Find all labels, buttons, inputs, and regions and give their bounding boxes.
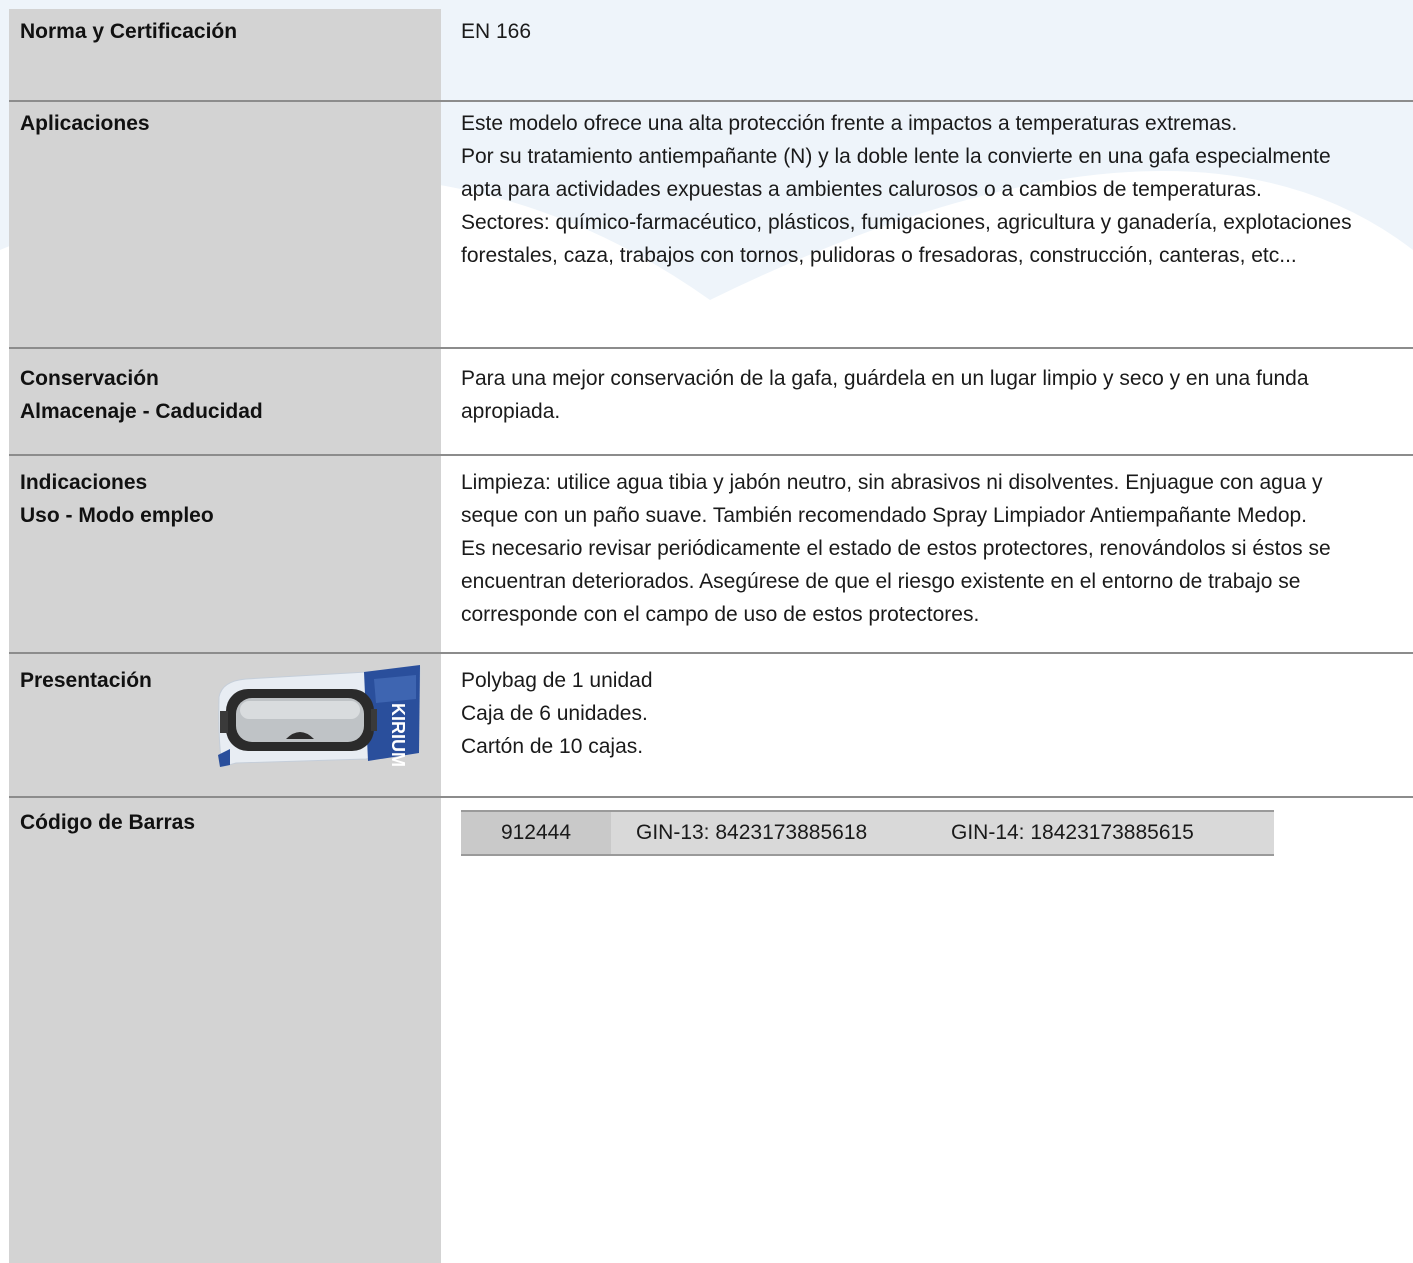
text-line: seque con un paño suave. También recomen… — [461, 504, 1308, 527]
indicaciones-text: Limpieza: utilice agua tibia y jabón neu… — [461, 466, 1413, 631]
norma-value: EN 166 — [461, 20, 532, 43]
row-conservacion: Conservación Almacenaje - Caducidad Para… — [9, 348, 1413, 454]
text-line: Cartón de 10 cajas. — [461, 735, 644, 758]
text-line: Caja de 6 unidades. — [461, 702, 648, 725]
barcode-table: 912444 GIN-13: 8423173885618 GIN-14: 184… — [461, 810, 1274, 856]
text-line: encuentran deteriorados. Asegúrese de qu… — [461, 570, 1301, 593]
text-line: Es necesario revisar periódicamente el e… — [461, 537, 1331, 560]
row-divider — [9, 796, 1413, 798]
conservacion-text: Para una mejor conservación de la gafa, … — [461, 362, 1413, 428]
text-line: Polybag de 1 unidad — [461, 669, 653, 692]
text-line: Limpieza: utilice agua tibia y jabón neu… — [461, 471, 1323, 494]
row-divider — [9, 347, 1413, 349]
row-divider — [9, 652, 1413, 654]
text-line: Este modelo ofrece una alta protección f… — [461, 112, 1238, 135]
row-codigo-barras: Código de Barras 912444 GIN-13: 84231738… — [9, 797, 1413, 1263]
row-indicaciones: Indicaciones Uso - Modo empleo Limpieza:… — [9, 455, 1413, 651]
text-line: corresponde con el campo de uso de estos… — [461, 603, 980, 626]
row-divider — [9, 454, 1413, 456]
almacenaje-label-line: Almacenaje - Caducidad — [20, 400, 263, 423]
norma-label: Norma y Certificación — [20, 20, 238, 43]
text-line: apropiada. — [461, 400, 561, 423]
text-line: Sectores: químico-farmacéutico, plástico… — [461, 211, 1352, 234]
text-line: forestales, caza, trabajos con tornos, p… — [461, 244, 1297, 267]
brand-logo-text: KIRIUM — [388, 703, 408, 767]
text-line: apta para actividades expuestas a ambien… — [461, 178, 1262, 201]
conservacion-label: Conservación Almacenaje - Caducidad — [20, 362, 420, 428]
codigo-barras-label: Código de Barras — [20, 811, 196, 834]
gin14-cell: GIN-14: 18423173885615 — [951, 821, 1194, 844]
text-line: Para una mejor conservación de la gafa, … — [461, 367, 1309, 390]
row-divider — [9, 100, 1413, 102]
row-norma: Norma y Certificación EN 166 — [9, 9, 1413, 100]
goggles-polybag-image: KIRIUM — [218, 665, 421, 768]
uso-label-line: Uso - Modo empleo — [20, 504, 214, 527]
row-presentacion: Presentación KIRIUM Polybag de 1 unidad … — [9, 653, 1413, 796]
product-code-cell: 912444 — [461, 812, 611, 854]
row-aplicaciones: Aplicaciones Este modelo ofrece una alta… — [9, 101, 1413, 347]
indicaciones-label-line: Indicaciones — [20, 471, 148, 494]
text-line: Por su tratamiento antiempañante (N) y l… — [461, 145, 1331, 168]
presentacion-text: Polybag de 1 unidad Caja de 6 unidades. … — [461, 664, 1413, 763]
aplicaciones-label: Aplicaciones — [20, 112, 150, 135]
indicaciones-label: Indicaciones Uso - Modo empleo — [20, 466, 420, 532]
gin13-cell: GIN-13: 8423173885618 — [636, 821, 868, 844]
aplicaciones-text: Este modelo ofrece una alta protección f… — [461, 107, 1413, 272]
conservacion-label-line: Conservación — [20, 367, 159, 390]
